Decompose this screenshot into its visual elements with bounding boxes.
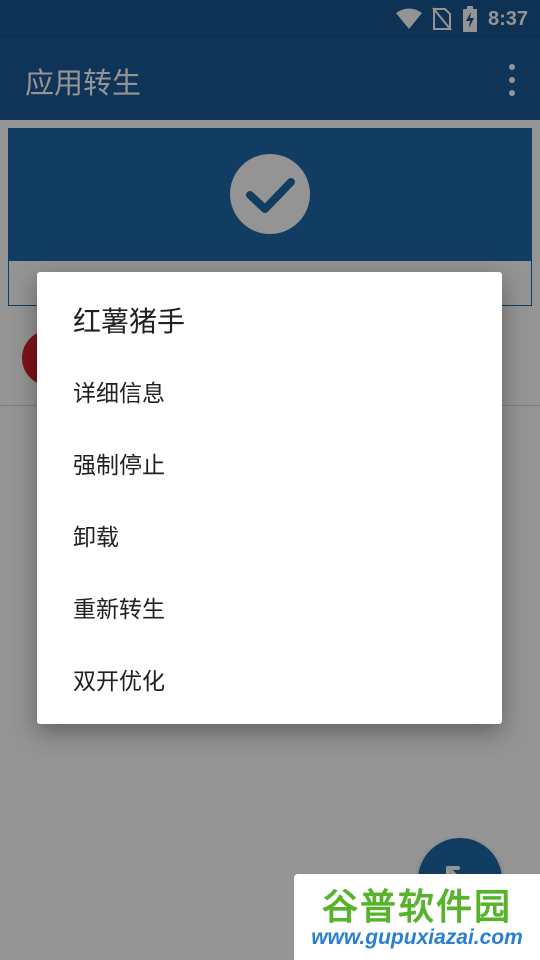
menu-item-label: 卸载 — [73, 525, 119, 551]
menu-item-label: 双开优化 — [73, 669, 165, 695]
menu-item-dual-optimize[interactable]: 双开优化 — [37, 640, 502, 712]
watermark-logo: 谷普软件园 — [321, 887, 512, 928]
menu-item-label: 详细信息 — [73, 381, 165, 407]
menu-item-reincarnate[interactable]: 重新转生 — [37, 568, 502, 640]
watermark: 谷普软件园 www.gupuxiazai.com — [294, 874, 540, 960]
watermark-url: www.gupuxiazai.com — [311, 926, 523, 949]
context-menu-dialog: 红薯猪手 详细信息 强制停止 卸载 重新转生 双开优化 — [37, 272, 502, 724]
menu-item-label: 强制停止 — [73, 453, 165, 479]
dialog-title: 红薯猪手 — [73, 305, 186, 338]
menu-item-uninstall[interactable]: 卸载 — [37, 496, 502, 568]
menu-item-label: 重新转生 — [73, 597, 165, 623]
menu-item-details[interactable]: 详细信息 — [37, 352, 502, 424]
menu-item-force-stop[interactable]: 强制停止 — [37, 424, 502, 496]
